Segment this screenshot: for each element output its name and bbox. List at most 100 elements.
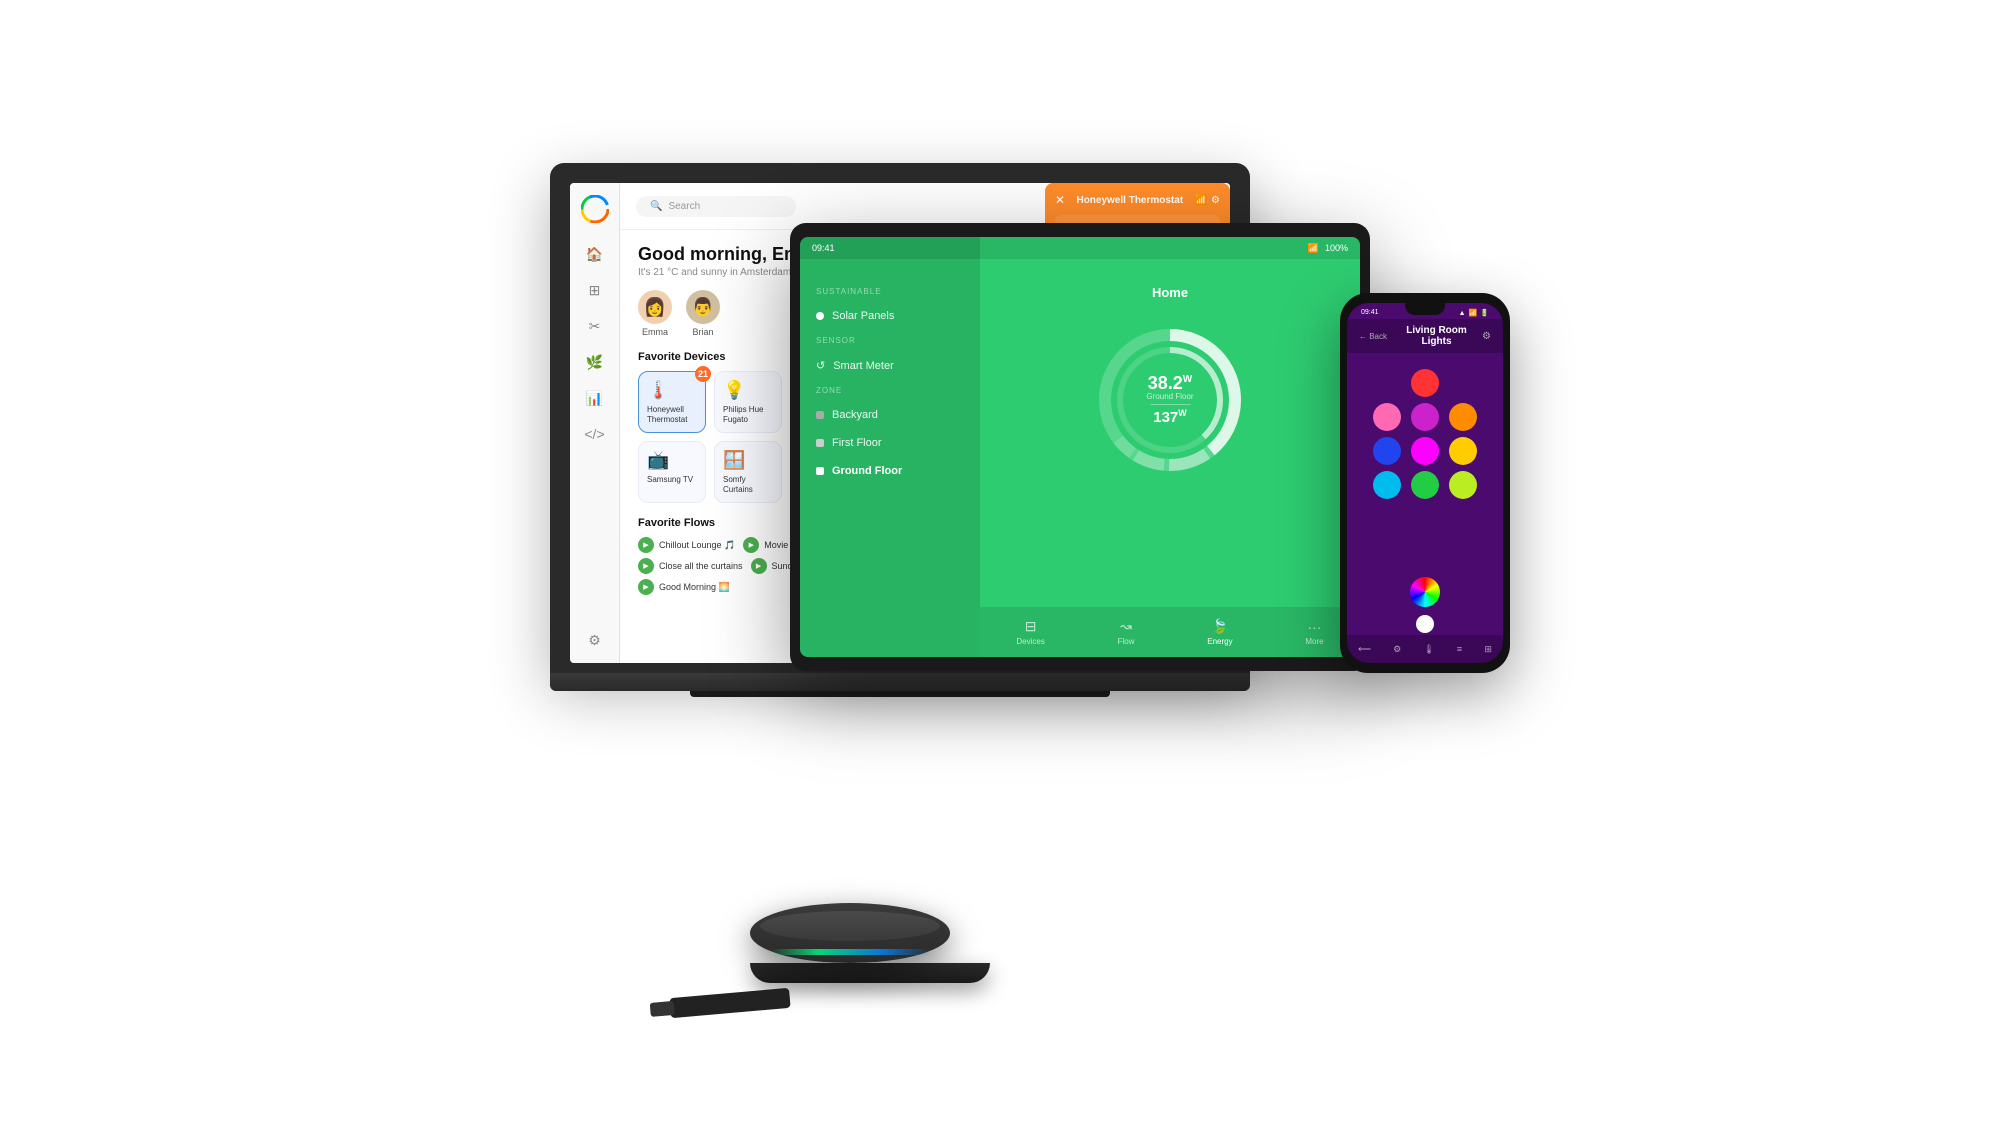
tablet-nav-flow[interactable]: ↝ Flow xyxy=(1118,618,1135,646)
sidebar-chart-icon[interactable]: 📊 xyxy=(584,387,606,409)
thermostat-icons: 📶 ⚙ xyxy=(1195,195,1220,206)
energy-value-top: 38.2W xyxy=(1146,374,1193,392)
thermostat-header: ✕ Honeywell Thermostat 📶 ⚙ xyxy=(1055,193,1220,207)
flow-play-icon4: ▶ xyxy=(751,558,767,574)
phone-action-3[interactable]: 🌡 xyxy=(1423,644,1434,655)
color-hotpink[interactable] xyxy=(1411,437,1439,465)
philips-icon: 💡 xyxy=(723,380,773,401)
energy-sublabel: Ground Floor xyxy=(1146,392,1193,401)
search-icon: 🔍 xyxy=(650,201,662,212)
backyard-dot xyxy=(816,411,824,419)
somfy-icon: 🪟 xyxy=(723,450,773,471)
tablet-nav-more[interactable]: ··· More xyxy=(1305,619,1323,646)
phone-device: 09:41 ▲ 📶 🔋 ← Back Living Room Lights ⚙ xyxy=(1340,293,1510,673)
phone-battery-icon: 🔋 xyxy=(1480,309,1489,317)
flow-nav-icon: ↝ xyxy=(1120,618,1132,635)
user-brian: 👨 Brian xyxy=(686,290,720,337)
laptop-base xyxy=(550,673,1250,691)
tablet-home-title: Home xyxy=(1152,285,1188,300)
tablet-ground-floor[interactable]: Ground Floor xyxy=(800,457,980,485)
sidebar-grid-icon[interactable]: ⊞ xyxy=(584,279,606,301)
sidebar-settings-icon[interactable]: ⚙ xyxy=(584,629,606,651)
color-green[interactable] xyxy=(1411,471,1439,499)
solar-dot xyxy=(816,312,824,320)
tablet-main: Home xyxy=(980,237,1360,657)
thermostat-title: Honeywell Thermostat xyxy=(1076,195,1183,206)
homey-hub xyxy=(750,903,990,983)
device-honeywell[interactable]: 21 🌡️ Honeywell Thermostat xyxy=(638,371,706,433)
flow-chillout[interactable]: ▶ Chillout Lounge 🎵 xyxy=(638,537,735,553)
device-somfy[interactable]: 🪟 Somfy Curtains xyxy=(714,441,782,503)
energy-nav-icon: 🍃 xyxy=(1211,618,1228,635)
white-dot[interactable] xyxy=(1416,615,1434,633)
smart-meter-icon: ↺ xyxy=(816,359,825,372)
hub-led-ring xyxy=(770,949,930,955)
emma-name: Emma xyxy=(642,327,668,337)
phone-action-2[interactable]: ⚙ xyxy=(1393,644,1401,655)
phone-action-4[interactable]: ≡ xyxy=(1457,644,1462,654)
flow-curtains[interactable]: ▶ Close all the curtains xyxy=(638,558,743,574)
flow-play-icon5: ▶ xyxy=(638,579,654,595)
color-blue[interactable] xyxy=(1373,437,1401,465)
first-floor-label: First Floor xyxy=(832,437,882,449)
energy-unit1: W xyxy=(1183,374,1192,385)
energy-divider xyxy=(1150,404,1190,405)
tablet-status-icons: 📶 100% xyxy=(1308,243,1348,254)
flow-play-icon3: ▶ xyxy=(638,558,654,574)
color-red[interactable] xyxy=(1411,369,1439,397)
solar-label: Solar Panels xyxy=(832,310,894,322)
device-badge: 21 xyxy=(695,366,711,382)
sidebar-home-icon[interactable]: 🏠 xyxy=(584,243,606,265)
phone-wifi-icon: 📶 xyxy=(1469,309,1478,317)
flow-nav-label: Flow xyxy=(1118,637,1135,646)
phone-header: ← Back Living Room Lights ⚙ xyxy=(1347,319,1503,353)
tablet-nav-devices[interactable]: ⊟ Devices xyxy=(1016,618,1044,646)
tablet-first-floor[interactable]: First Floor xyxy=(800,429,980,457)
color-cyan[interactable] xyxy=(1373,471,1401,499)
phone-action-bar: ⟵ ⚙ 🌡 ≡ ⊞ xyxy=(1347,635,1503,663)
user-emma: 👩 Emma xyxy=(638,290,672,337)
phone-action-1[interactable]: ⟵ xyxy=(1358,644,1371,655)
tablet-smart-meter[interactable]: ↺ Smart Meter xyxy=(800,351,980,380)
samsung-name: Samsung TV xyxy=(647,475,697,485)
more-nav-icon: ··· xyxy=(1307,619,1321,635)
tablet-solar-panels[interactable]: Solar Panels xyxy=(800,302,980,330)
thermostat-close-button[interactable]: ✕ xyxy=(1055,193,1065,207)
flow-morning[interactable]: ▶ Good Morning 🌅 xyxy=(638,579,730,595)
device-samsung[interactable]: 📺 Samsung TV xyxy=(638,441,706,503)
devices-nav-icon: ⊟ xyxy=(1025,618,1037,635)
sidebar-scissors-icon[interactable]: ✂ xyxy=(584,315,606,337)
devices-nav-label: Devices xyxy=(1016,637,1044,646)
homey-logo xyxy=(581,195,609,223)
brian-name: Brian xyxy=(692,327,713,337)
emma-avatar: 👩 xyxy=(638,290,672,324)
samsung-icon: 📺 xyxy=(647,450,697,471)
thermostat-settings-icon[interactable]: ⚙ xyxy=(1211,195,1220,206)
sidebar-leaf-icon[interactable]: 🌿 xyxy=(584,351,606,373)
tablet-status-bar: 09:41 📶 100% xyxy=(800,237,1360,259)
hub-cable xyxy=(669,988,790,1018)
device-philips[interactable]: 💡 Philips Hue Fugato xyxy=(714,371,782,433)
sidebar-code-icon[interactable]: </> xyxy=(584,423,606,445)
hub-body-container xyxy=(750,903,990,983)
tablet-bottom-nav: ⊟ Devices ↝ Flow 🍃 Energy ··· More xyxy=(980,607,1360,657)
color-orange[interactable] xyxy=(1449,403,1477,431)
color-pink[interactable] xyxy=(1373,403,1401,431)
smart-meter-label: Smart Meter xyxy=(833,360,894,372)
color-circles xyxy=(1347,353,1503,515)
search-bar[interactable]: 🔍 Search xyxy=(636,196,796,217)
flow-morning-label: Good Morning 🌅 xyxy=(659,582,730,593)
energy-ring: 38.2W Ground Floor 137W xyxy=(1090,320,1250,480)
tablet-backyard[interactable]: Backyard xyxy=(800,401,980,429)
phone-action-5[interactable]: ⊞ xyxy=(1484,644,1492,655)
color-magenta[interactable] xyxy=(1411,403,1439,431)
color-lime[interactable] xyxy=(1449,471,1477,499)
tablet-section-sensor: SENSOR xyxy=(800,330,980,351)
phone-header-settings[interactable]: ⚙ xyxy=(1482,331,1491,342)
thermostat-wifi-icon: 📶 xyxy=(1195,195,1207,206)
phone-back-button[interactable]: ← Back xyxy=(1359,332,1387,341)
color-yellow[interactable] xyxy=(1449,437,1477,465)
tablet-nav-energy[interactable]: 🍃 Energy xyxy=(1207,618,1232,646)
tablet-section-zone: ZONE xyxy=(800,380,980,401)
color-wheel[interactable] xyxy=(1410,577,1440,607)
